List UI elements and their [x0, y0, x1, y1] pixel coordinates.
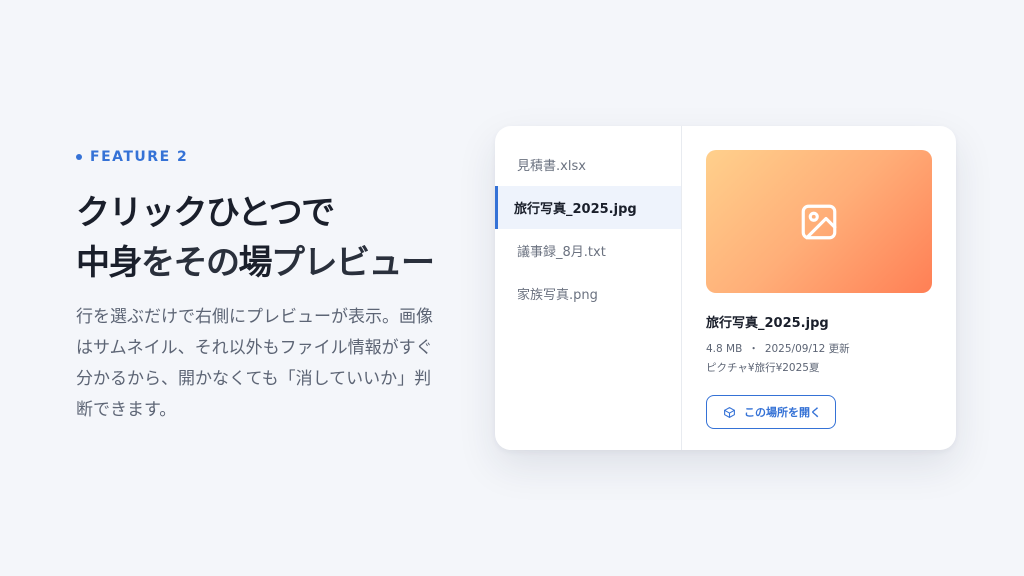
feature-section: FEATURE 2 クリックひとつで 中身をその場プレビュー 行を選ぶだけで右側…	[76, 146, 456, 426]
headline-text-tail: プレビュー	[271, 243, 435, 283]
open-location-label: この場所を開く	[744, 407, 821, 419]
file-path: ピクチャ¥旅行¥2025夏	[706, 362, 820, 374]
file-list-item[interactable]: 見積書.xlsx	[495, 143, 681, 186]
file-list-item[interactable]: 議事録_8月.txt	[495, 229, 681, 272]
headline-emphasis-1: 中身	[76, 243, 143, 283]
file-list-item-selected[interactable]: 旅行写真_2025.jpg	[495, 186, 681, 229]
feature-eyebrow: FEATURE 2	[76, 146, 456, 168]
file-name: 旅行写真_2025.jpg	[514, 202, 637, 217]
headline-line-2: 中身をその場プレビュー	[76, 238, 456, 288]
box-icon	[724, 406, 735, 418]
file-list: 見積書.xlsx 旅行写真_2025.jpg 議事録_8月.txt 家族写真.p…	[495, 126, 682, 450]
bullet-dot-icon	[76, 154, 82, 160]
file-list-item[interactable]: 家族写真.png	[495, 272, 681, 315]
headline-line-1: クリックひとつで	[76, 193, 335, 233]
preview-size-updated: 4.8 MB ・ 2025/09/12 更新	[706, 340, 932, 359]
preview-file-meta: 4.8 MB ・ 2025/09/12 更新 ピクチャ¥旅行¥2025夏	[706, 340, 932, 378]
feature-label: FEATURE 2	[90, 149, 189, 165]
open-location-button[interactable]: この場所を開く	[706, 395, 836, 429]
preview-demo-window: 見積書.xlsx 旅行写真_2025.jpg 議事録_8月.txt 家族写真.p…	[495, 126, 956, 450]
preview-file-name: 旅行写真_2025.jpg	[706, 316, 829, 331]
file-size: 4.8 MB	[706, 343, 743, 355]
file-name: 見積書.xlsx	[517, 159, 586, 174]
file-name: 議事録_8月.txt	[517, 245, 606, 260]
page-title: クリックひとつで 中身をその場プレビュー	[76, 188, 456, 288]
headline-text-mid: をその	[141, 243, 240, 283]
headline-emphasis-2: 場	[238, 243, 273, 283]
meta-separator: ・	[748, 343, 759, 355]
preview-thumbnail	[706, 150, 932, 293]
file-name: 家族写真.png	[517, 288, 598, 303]
image-icon	[801, 204, 837, 239]
preview-pane: 旅行写真_2025.jpg 4.8 MB ・ 2025/09/12 更新 ピクチャ¥…	[682, 126, 956, 450]
file-updated: 2025/09/12 更新	[764, 343, 850, 355]
feature-description: 行を選ぶだけで右側にプレビューが表示。画像はサムネイル、それ以外もファイル情報が…	[76, 307, 433, 420]
